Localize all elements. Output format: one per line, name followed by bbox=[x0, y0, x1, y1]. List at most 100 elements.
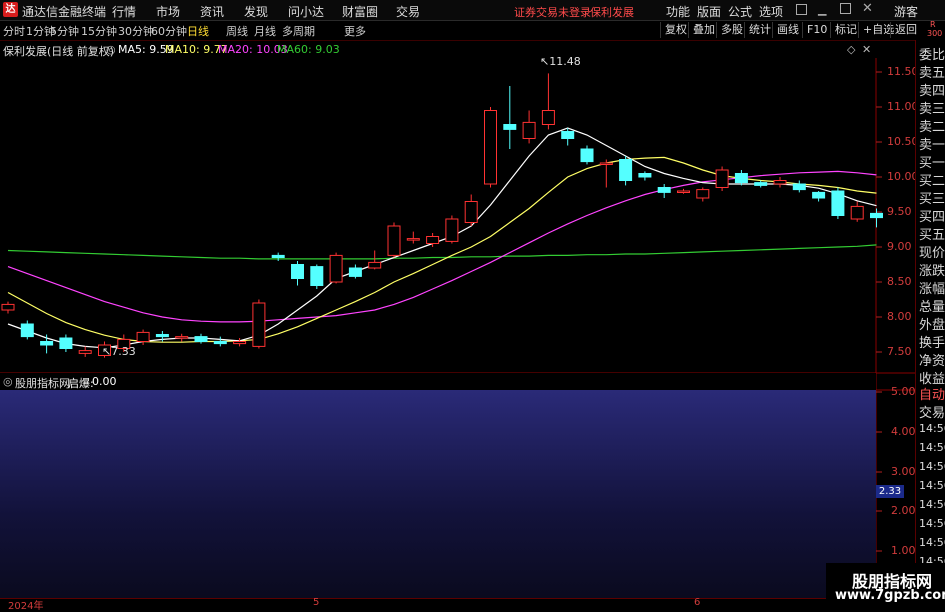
menu-wealth[interactable]: 财富圈 bbox=[342, 3, 378, 20]
period-tab-5[interactable]: 60分钟 bbox=[151, 23, 187, 39]
candle-body-4 bbox=[78, 350, 92, 354]
adjust-button[interactable]: 复权 bbox=[660, 22, 691, 38]
period-tab-0[interactable]: 分时 bbox=[3, 23, 25, 39]
candle-29 bbox=[561, 128, 575, 146]
candle-body-26 bbox=[503, 124, 517, 130]
close-icon[interactable]: ✕ bbox=[862, 1, 873, 16]
candle-44 bbox=[850, 201, 864, 222]
candle-body-20 bbox=[387, 225, 401, 256]
candle-body-27 bbox=[522, 121, 536, 140]
candle-body-40 bbox=[773, 180, 787, 185]
candle-33 bbox=[638, 171, 652, 181]
menu-function[interactable]: 功能 bbox=[666, 3, 690, 20]
indicator-current-value: 2.33 bbox=[876, 485, 904, 498]
candle-body-7 bbox=[136, 331, 150, 342]
indicator-settings-icon[interactable]: ◎ bbox=[3, 375, 13, 388]
side-item-16: 换手 bbox=[919, 336, 945, 351]
candle-36 bbox=[696, 187, 710, 202]
high-annotation: ↖11.48 bbox=[540, 55, 581, 68]
menu-quotes[interactable]: 行情 bbox=[112, 3, 136, 20]
candle-body-25 bbox=[484, 110, 497, 185]
indicator-signal-label: 启爆: bbox=[68, 377, 94, 390]
period-tab-6[interactable]: 日线 bbox=[187, 23, 209, 39]
date-label-year: 2024年 bbox=[8, 601, 44, 612]
draw-button[interactable]: 画线 bbox=[772, 22, 803, 38]
side-item-3: 卖三 bbox=[919, 102, 945, 117]
candle-38 bbox=[734, 170, 748, 186]
price-axis-label-3: 10.00 bbox=[887, 170, 919, 183]
candle-27 bbox=[522, 110, 536, 144]
side-lower-item-1[interactable]: 交易 bbox=[919, 402, 945, 421]
stats-button[interactable]: 统计 bbox=[744, 22, 775, 38]
mark-button[interactable]: 标记 bbox=[830, 22, 861, 38]
candle-body-17 bbox=[329, 254, 343, 283]
menu-layout[interactable]: 版面 bbox=[697, 3, 721, 20]
candle-body-44 bbox=[850, 205, 864, 220]
candle-26 bbox=[503, 86, 517, 149]
trade-time-2: 14:56 bbox=[919, 460, 945, 473]
candle-body-39 bbox=[754, 182, 768, 186]
window-icon[interactable] bbox=[796, 4, 807, 15]
side-item-15: 外盘 bbox=[919, 318, 945, 333]
ind-axis-3: 3.00 bbox=[891, 465, 916, 478]
price-axis-label-6: 8.50 bbox=[887, 275, 912, 288]
minimize-icon[interactable]: ▁ bbox=[818, 3, 826, 16]
price-axis-label-5: 9.00 bbox=[887, 240, 912, 253]
period-tab-10[interactable]: 更多 bbox=[344, 23, 366, 39]
menu-ask[interactable]: 问小达 bbox=[288, 3, 324, 20]
indicator-panel[interactable] bbox=[0, 390, 876, 598]
side-item-4: 卖二 bbox=[919, 120, 945, 135]
candle-body-24 bbox=[464, 201, 478, 223]
menu-news[interactable]: 资讯 bbox=[200, 3, 224, 20]
period-tab-3[interactable]: 15分钟 bbox=[81, 23, 117, 39]
maximize-icon[interactable] bbox=[840, 3, 851, 14]
candle-42 bbox=[812, 191, 826, 202]
ind-axis-1: 1.00 bbox=[891, 544, 916, 557]
candle-body-45 bbox=[870, 212, 883, 219]
user-guest[interactable]: 游客 bbox=[894, 3, 918, 20]
candle-35 bbox=[677, 188, 690, 194]
side-lower-item-0[interactable]: 自动 bbox=[919, 384, 945, 403]
trade-time-6: 14:56 bbox=[919, 536, 945, 549]
candle-body-10 bbox=[194, 336, 208, 343]
menu-formula[interactable]: 公式 bbox=[728, 3, 752, 20]
candle-23 bbox=[445, 215, 459, 244]
candle-34 bbox=[657, 184, 671, 198]
date-label-june: 6 bbox=[694, 597, 701, 608]
candle-body-38 bbox=[734, 173, 748, 184]
candle-body-35 bbox=[677, 190, 690, 193]
menu-discover[interactable]: 发现 bbox=[244, 3, 268, 20]
title-bar: 达 通达信金融终端 行情 市场 资讯 发现 问小达 财富圈 交易 证券交易未登录… bbox=[0, 0, 945, 21]
candle-16 bbox=[310, 264, 324, 289]
candle-body-19 bbox=[368, 261, 382, 269]
indicator-name[interactable]: 股朋指标网 bbox=[15, 375, 70, 391]
candle-body-29 bbox=[561, 131, 575, 139]
candle-body-36 bbox=[696, 189, 710, 199]
candle-body-14 bbox=[271, 254, 285, 258]
price-axis-label-1: 11.00 bbox=[887, 100, 919, 113]
menu-market[interactable]: 市场 bbox=[156, 3, 180, 20]
period-tab-4[interactable]: 30分钟 bbox=[118, 23, 154, 39]
period-tab-7[interactable]: 周线 bbox=[226, 23, 248, 39]
watermark-url: www.7gpzb.com bbox=[835, 588, 945, 603]
ma5-line bbox=[7, 127, 877, 349]
candle-body-23 bbox=[445, 218, 459, 242]
candle-body-43 bbox=[831, 190, 845, 216]
trade-status[interactable]: 证券交易未登录 bbox=[514, 4, 591, 20]
candle-body-41 bbox=[792, 183, 806, 191]
period-tab-8[interactable]: 月线 bbox=[254, 23, 276, 39]
trade-time-1: 14:56 bbox=[919, 441, 945, 454]
candle-40 bbox=[773, 177, 787, 188]
menu-trade[interactable]: 交易 bbox=[396, 3, 420, 20]
back-button[interactable]: 返回 bbox=[890, 22, 921, 38]
overlay-button[interactable]: 叠加 bbox=[688, 22, 719, 38]
f10-button[interactable]: F10 bbox=[802, 22, 831, 38]
period-tab-9[interactable]: 多周期 bbox=[282, 23, 315, 39]
period-tab-2[interactable]: 5分钟 bbox=[50, 23, 79, 39]
side-item-8: 买三 bbox=[919, 192, 945, 207]
menu-options[interactable]: 选项 bbox=[759, 3, 783, 20]
candle-body-31 bbox=[599, 162, 613, 165]
multi-stock-button[interactable]: 多股 bbox=[716, 22, 747, 38]
side-item-5: 卖一 bbox=[919, 138, 945, 153]
candle-30 bbox=[580, 145, 594, 165]
